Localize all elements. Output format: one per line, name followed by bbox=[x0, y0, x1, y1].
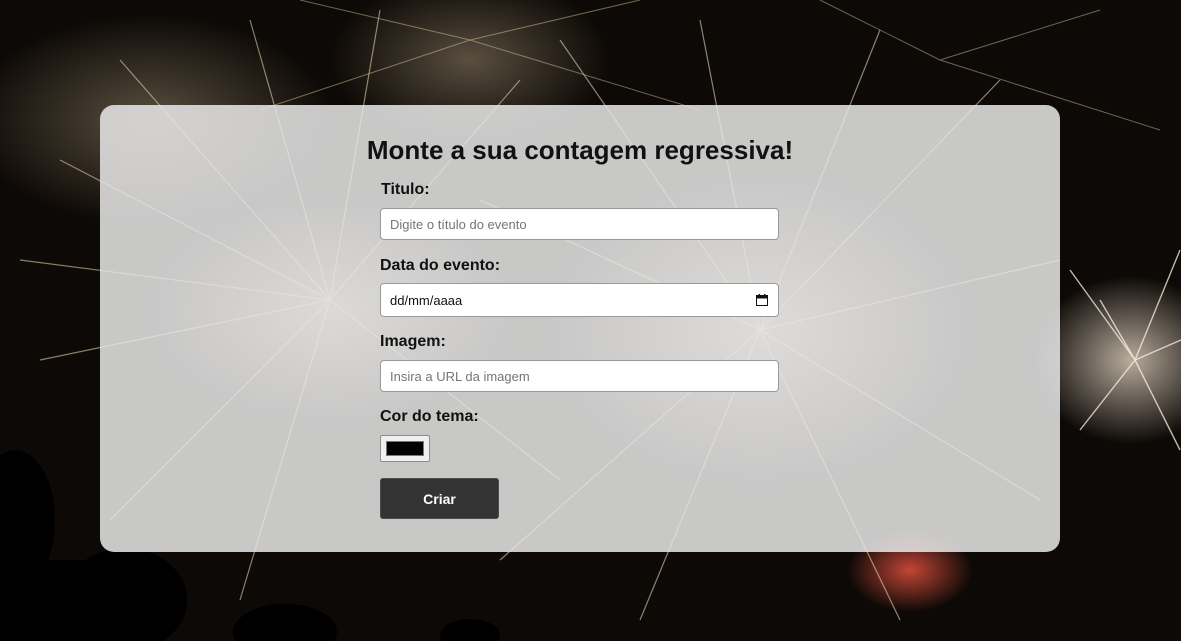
date-placeholder: dd/mm/aaaa bbox=[390, 293, 463, 308]
create-button[interactable]: Criar bbox=[380, 478, 499, 519]
event-title-input[interactable] bbox=[380, 208, 779, 240]
firework-burst-right bbox=[1069, 249, 1181, 451]
image-label: Imagem: bbox=[380, 333, 446, 350]
image-url-input[interactable] bbox=[380, 360, 779, 392]
theme-color-picker[interactable] bbox=[380, 435, 430, 462]
calendar-icon[interactable] bbox=[756, 294, 768, 306]
color-label: Cor do tema: bbox=[380, 408, 479, 425]
countdown-form-card bbox=[100, 105, 1060, 552]
event-date-input[interactable]: dd/mm/aaaa bbox=[380, 283, 779, 317]
form-heading: Monte a sua contagem regressiva! bbox=[366, 135, 794, 165]
color-swatch bbox=[386, 441, 424, 456]
date-label: Data do evento: bbox=[380, 257, 501, 274]
title-label: Titulo: bbox=[381, 181, 430, 198]
